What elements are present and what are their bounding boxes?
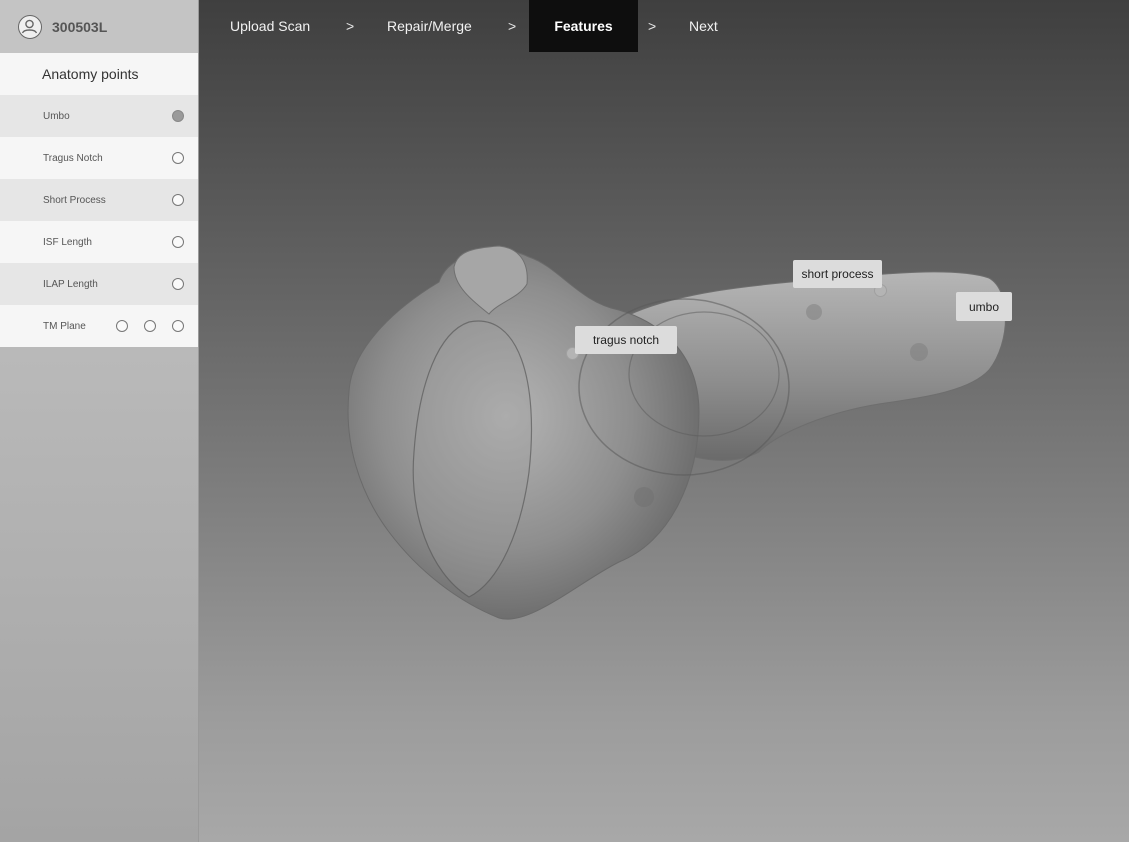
umbo-radio[interactable] [172,110,184,122]
3d-viewport[interactable]: tragus notch short process umbo [199,52,1129,842]
isf-length-radio[interactable] [172,236,184,248]
ilap-length-radio[interactable] [172,278,184,290]
nav-separator: > [648,18,657,34]
panel-title: Anatomy points [0,53,198,95]
row-label: ISF Length [43,236,92,248]
short-process-label[interactable]: short process [793,260,882,288]
user-id: 300503L [52,18,108,35]
anatomy-row-tragus-notch[interactable]: Tragus Notch [0,137,198,179]
ear-canal-model[interactable] [199,52,1129,842]
user-bar[interactable]: 300503L [0,0,198,53]
anatomy-row-umbo[interactable]: Umbo [0,95,198,137]
nav-separator: > [346,18,355,34]
anatomy-points-panel: Anatomy points Umbo Tragus Notch Short P… [0,53,198,347]
row-label: Umbo [43,110,70,122]
step-navigation: Upload Scan > Repair/Merge > Features > … [199,0,1129,52]
short-process-radio[interactable] [172,194,184,206]
tm-plane-radio-2[interactable] [144,320,156,332]
tragus-notch-label[interactable]: tragus notch [575,326,677,354]
tragus-notch-radio[interactable] [172,152,184,164]
row-label: Tragus Notch [43,152,103,164]
tm-plane-radio-1[interactable] [116,320,128,332]
anatomy-row-isf-length[interactable]: ISF Length [0,221,198,263]
row-label: ILAP Length [43,278,98,290]
nav-step-upload-scan[interactable]: Upload Scan [230,0,310,52]
nav-step-features[interactable]: Features [529,0,638,52]
anatomy-row-tm-plane[interactable]: TM Plane [0,305,198,347]
nav-step-repair-merge[interactable]: Repair/Merge [387,0,472,52]
row-label: Short Process [43,194,106,206]
sidebar: 300503L Anatomy points Umbo Tragus Notch… [0,0,199,842]
anatomy-row-ilap-length[interactable]: ILAP Length [0,263,198,305]
row-label: TM Plane [43,320,86,332]
tm-plane-radio-3[interactable] [172,320,184,332]
user-circle-icon[interactable] [18,14,42,39]
umbo-label[interactable]: umbo [956,292,1012,321]
nav-next-button[interactable]: Next [689,0,718,52]
nav-separator: > [508,18,517,34]
anatomy-row-short-process[interactable]: Short Process [0,179,198,221]
